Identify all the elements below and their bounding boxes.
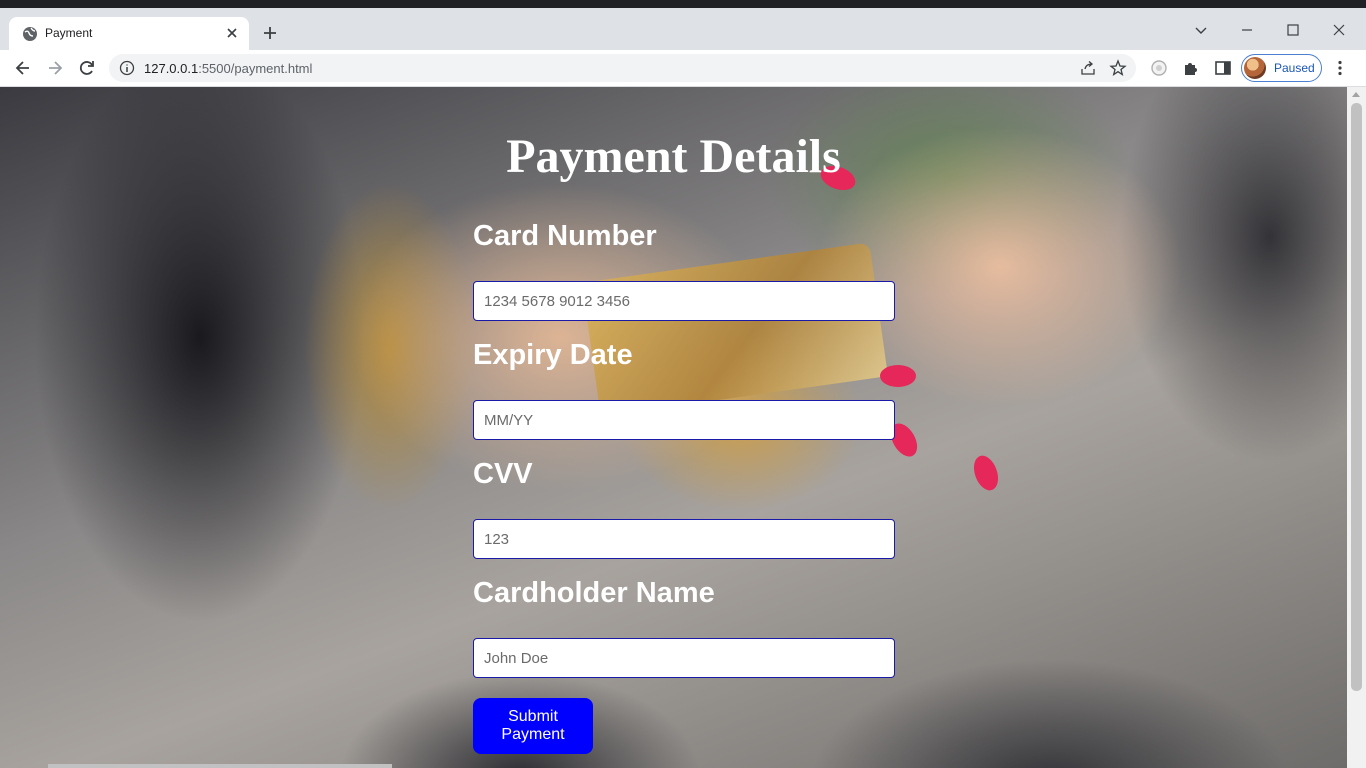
minimize-icon[interactable] (1239, 22, 1255, 38)
reload-icon[interactable] (77, 58, 97, 78)
star-icon[interactable] (1109, 59, 1127, 77)
puzzle-icon[interactable] (1182, 59, 1200, 77)
cvv-input[interactable] (473, 519, 895, 559)
tab-title: Payment (45, 26, 93, 40)
tab-payment[interactable]: Payment (9, 17, 249, 50)
plus-icon[interactable] (261, 24, 279, 42)
window-close-icon[interactable] (1331, 22, 1347, 38)
share-icon[interactable] (1080, 60, 1096, 76)
vertical-scrollbar[interactable] (1347, 87, 1366, 768)
profile-status: Paused (1274, 61, 1315, 75)
profile-button[interactable]: Paused (1241, 54, 1322, 82)
tab-strip: Payment (0, 8, 1366, 50)
window-top-edge (0, 0, 1366, 8)
cardholder-name-input[interactable] (473, 638, 895, 678)
close-icon[interactable] (224, 25, 240, 41)
card-number-input[interactable] (473, 281, 895, 321)
address-bar[interactable]: 127.0.0.1:5500/payment.html (109, 54, 1136, 82)
url-text: 127.0.0.1:5500/payment.html (144, 61, 312, 76)
scrollbar-thumb[interactable] (1351, 103, 1362, 691)
maximize-icon[interactable] (1285, 22, 1301, 38)
url-path: :5500/payment.html (198, 61, 313, 76)
cvv-label: CVV (473, 458, 533, 490)
avatar (1244, 57, 1266, 79)
card-number-label: Card Number (473, 220, 657, 252)
nail-decoration (969, 452, 1003, 494)
globe-icon (23, 27, 37, 41)
expiry-date-label: Expiry Date (473, 339, 633, 371)
url-host: 127.0.0.1 (144, 61, 199, 76)
scroll-up-arrow-icon[interactable] (1352, 92, 1360, 97)
page-viewport: Payment Details Card Number Expiry Date … (0, 87, 1347, 768)
extension-icon[interactable] (1150, 59, 1168, 77)
menu-icon[interactable] (1331, 59, 1349, 77)
back-icon[interactable] (13, 58, 33, 78)
expiry-date-input[interactable] (473, 400, 895, 440)
browser-toolbar: 127.0.0.1:5500/payment.html Paused (0, 50, 1366, 87)
cardholder-name-label: Cardholder Name (473, 577, 715, 609)
submit-payment-button[interactable]: Submit Payment (473, 698, 593, 754)
page-title: Payment Details (506, 130, 841, 183)
sidebar-icon[interactable] (1214, 59, 1232, 77)
forward-icon[interactable] (45, 58, 65, 78)
chevron-down-icon[interactable] (1193, 22, 1209, 38)
info-icon[interactable] (119, 60, 135, 76)
payment-form: Card Number Expiry Date CVV Cardholder N… (473, 217, 895, 754)
horizontal-scrollbar-thumb[interactable] (48, 764, 392, 768)
